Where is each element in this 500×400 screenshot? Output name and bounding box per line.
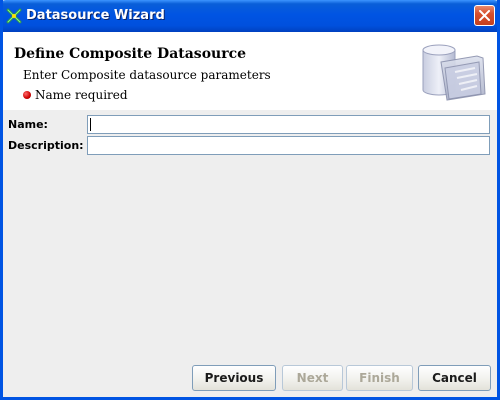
page-title: Define Composite Datasource (14, 46, 247, 62)
page-subtitle: Enter Composite datasource parameters (23, 68, 271, 82)
database-icon (422, 44, 486, 101)
title-bar[interactable]: Datasource Wizard (3, 0, 497, 32)
next-button[interactable]: Next (282, 365, 343, 391)
previous-button[interactable]: Previous (192, 365, 276, 391)
wizard-header: Define Composite Datasource Enter Compos… (3, 32, 497, 110)
name-field[interactable] (87, 115, 490, 134)
description-label: Description: (8, 139, 84, 152)
validation-message-text: Name required (35, 88, 128, 102)
wizard-icon (6, 8, 22, 24)
finish-button[interactable]: Finish (346, 365, 413, 391)
cancel-button[interactable]: Cancel (418, 365, 491, 391)
close-button[interactable] (474, 5, 495, 26)
description-field[interactable] (87, 136, 490, 155)
text-caret (90, 118, 91, 131)
validation-message: Name required (23, 88, 128, 102)
wizard-window: Datasource Wizard Define Composite Datas… (0, 0, 500, 400)
error-dot-icon (23, 90, 31, 99)
close-icon (479, 10, 490, 21)
name-row: Name: (3, 115, 497, 135)
description-row: Description: (3, 136, 497, 156)
window-title: Datasource Wizard (26, 8, 165, 23)
name-label: Name: (8, 118, 48, 131)
